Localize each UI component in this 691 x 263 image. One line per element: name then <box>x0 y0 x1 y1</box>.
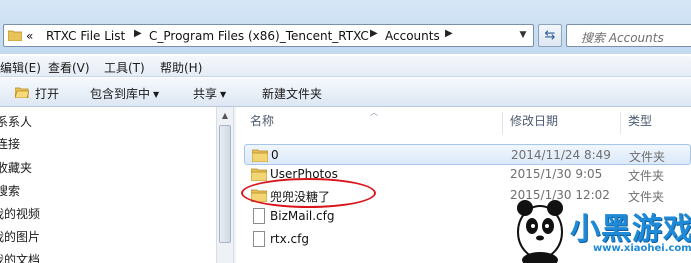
file-name: rtx.cfg <box>270 232 309 246</box>
chevron-down-icon: ▼ <box>153 90 160 99</box>
breadcrumb-separator-icon[interactable]: ▶ <box>134 28 142 39</box>
scroll-thumb[interactable] <box>219 125 231 243</box>
address-bar[interactable]: « RTXC File List ▶ C_Program Files (x86)… <box>3 24 534 47</box>
menu-bar: 编辑(E) 查看(V) 工具(T) 帮助(H) <box>0 56 691 77</box>
nav-item-links[interactable]: 连接 <box>0 135 20 153</box>
refresh-icon: ⇆ <box>544 28 556 43</box>
include-library-button[interactable]: 包含到库中 ▼ <box>90 85 159 102</box>
nav-scrollbar[interactable]: ▲ <box>216 107 233 263</box>
nav-item-contacts[interactable]: 系系人 <box>0 113 32 131</box>
breadcrumb-program-files[interactable]: C_Program Files (x86)_Tencent_RTXC <box>149 29 369 44</box>
search-input[interactable]: 搜索 Accounts <box>566 24 691 47</box>
breadcrumb-accounts[interactable]: Accounts <box>385 29 440 44</box>
share-button[interactable]: 共享 ▼ <box>193 85 226 102</box>
nav-item-my-documents[interactable]: 我的文档 <box>0 251 40 263</box>
menu-edit[interactable]: 编辑(E) <box>0 59 41 76</box>
folder-icon <box>252 149 268 162</box>
nav-item-favorites[interactable]: 收藏夹 <box>0 159 32 177</box>
folder-icon <box>8 30 22 41</box>
column-header-name[interactable]: 名称 <box>250 108 274 135</box>
breadcrumb-rtxc-file-list[interactable]: RTXC File List <box>46 29 125 44</box>
watermark-text: 小黑游戏 <box>570 212 691 247</box>
menu-tools[interactable]: 工具(T) <box>104 59 145 76</box>
column-divider[interactable] <box>620 112 621 134</box>
column-header-type[interactable]: 类型 <box>628 108 652 135</box>
open-folder-icon <box>15 87 29 98</box>
address-overflow[interactable]: « <box>26 29 33 44</box>
chevron-down-icon: ▼ <box>220 90 227 99</box>
new-folder-button[interactable]: 新建文件夹 <box>262 85 322 102</box>
file-row[interactable]: 0 2014/11/24 8:49 文件夹 <box>244 144 691 165</box>
menu-help[interactable]: 帮助(H) <box>160 59 202 76</box>
file-type: 文件夹 <box>629 150 666 164</box>
refresh-button[interactable]: ⇆ <box>538 24 562 47</box>
red-annotation-circle <box>241 178 376 208</box>
file-name: 0 <box>271 148 279 162</box>
address-dropdown-icon[interactable]: ▼ <box>516 28 530 43</box>
open-button[interactable]: 打开 <box>35 85 59 102</box>
folder-icon <box>251 168 267 181</box>
navigation-pane: 系系人 连接 收藏夹 搜索 我的视频 我的图片 我的文档 <box>0 107 216 263</box>
file-name: BizMail.cfg <box>270 209 335 223</box>
breadcrumb-separator-icon[interactable]: ▶ <box>445 28 453 39</box>
share-label: 共享 <box>193 87 218 101</box>
menu-view[interactable]: 查看(V) <box>48 59 90 76</box>
command-bar: 打开 包含到库中 ▼ 共享 ▼ 新建文件夹 <box>0 78 691 107</box>
watermark-url: www.xiaohei.com <box>593 243 691 254</box>
file-modified: 2014/11/24 8:49 <box>511 148 611 162</box>
nav-item-my-videos[interactable]: 我的视频 <box>0 205 40 223</box>
file-type: 文件夹 <box>628 169 665 183</box>
sort-indicator-icon: ︿ <box>370 108 378 117</box>
column-header-modified[interactable]: 修改日期 <box>510 108 558 135</box>
document-icon <box>253 231 265 247</box>
breadcrumb-separator-icon[interactable]: ▶ <box>370 28 378 39</box>
nav-item-searches[interactable]: 搜索 <box>0 182 20 200</box>
scroll-up-icon[interactable]: ▲ <box>217 107 233 124</box>
nav-item-my-pictures[interactable]: 我的图片 <box>0 228 40 246</box>
document-icon <box>253 208 265 224</box>
search-placeholder: 搜索 Accounts <box>581 31 664 45</box>
include-library-label: 包含到库中 <box>90 87 151 101</box>
file-modified: 2015/1/30 9:05 <box>510 167 603 181</box>
column-divider[interactable] <box>502 112 503 134</box>
